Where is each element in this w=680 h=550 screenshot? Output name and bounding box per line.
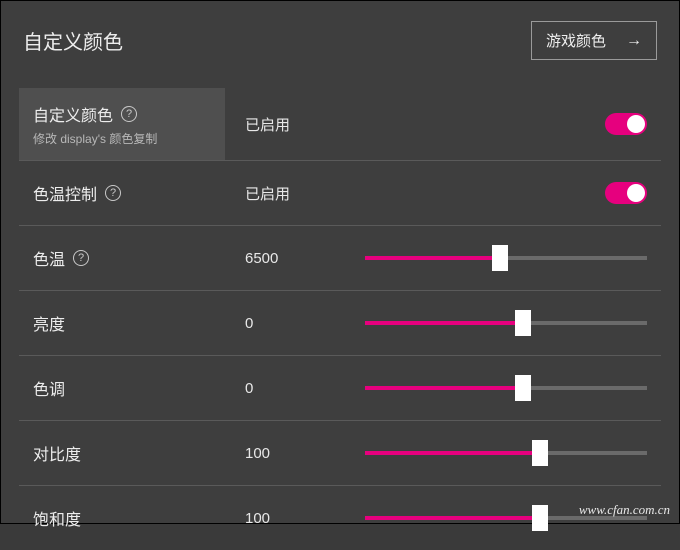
temperature-value: 6500 [225, 250, 365, 267]
custom-color-status: 已启用 [225, 114, 365, 135]
hue-slider[interactable] [365, 378, 647, 398]
row-temperature: 色温 ? 6500 [19, 226, 661, 291]
game-color-button[interactable]: 游戏颜色 → [531, 21, 657, 60]
settings-rows: 自定义颜色 ? 修改 display's 颜色复制 已启用 色温控制 ? 已启用 [1, 88, 679, 550]
temperature-label: 色温 [33, 246, 65, 270]
contrast-label: 对比度 [33, 441, 81, 465]
watermark: www.cfan.com.cn [579, 502, 670, 518]
row-contrast: 对比度 100 [19, 421, 661, 486]
row-brightness: 亮度 0 [19, 291, 661, 356]
row-hue: 色调 0 [19, 356, 661, 421]
custom-color-sub: 修改 display's 颜色复制 [33, 130, 225, 147]
row-saturation: 饱和度 100 [19, 486, 661, 550]
temp-control-toggle[interactable] [605, 182, 647, 204]
help-icon[interactable]: ? [121, 106, 137, 122]
help-icon[interactable]: ? [105, 185, 121, 201]
game-color-label: 游戏颜色 [546, 30, 606, 51]
brightness-slider[interactable] [365, 313, 647, 333]
page-title: 自定义颜色 [23, 26, 123, 55]
saturation-label: 饱和度 [33, 506, 81, 530]
temperature-slider[interactable] [365, 248, 647, 268]
custom-color-label: 自定义颜色 [33, 102, 113, 126]
help-icon[interactable]: ? [73, 250, 89, 266]
temp-control-label: 色温控制 [33, 181, 97, 205]
custom-color-toggle[interactable] [605, 113, 647, 135]
temp-control-status: 已启用 [225, 183, 365, 204]
arrow-right-icon: → [626, 32, 642, 50]
header: 自定义颜色 游戏颜色 → [1, 1, 679, 88]
brightness-label: 亮度 [33, 311, 65, 335]
hue-value: 0 [225, 380, 365, 397]
brightness-value: 0 [225, 315, 365, 332]
contrast-value: 100 [225, 445, 365, 462]
row-custom-color[interactable]: 自定义颜色 ? 修改 display's 颜色复制 已启用 [19, 88, 661, 161]
contrast-slider[interactable] [365, 443, 647, 463]
row-temp-control[interactable]: 色温控制 ? 已启用 [19, 161, 661, 226]
hue-label: 色调 [33, 376, 65, 400]
